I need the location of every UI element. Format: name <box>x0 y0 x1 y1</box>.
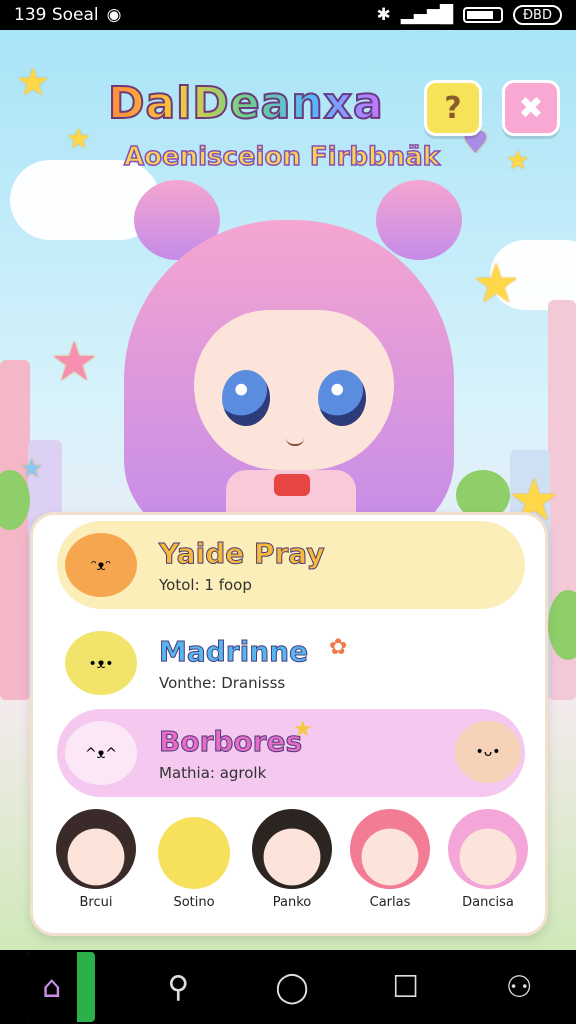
roster-item[interactable]: Brcui <box>49 809 143 929</box>
chat-icon: ◯ <box>275 969 309 1005</box>
list-item-detail: Yotol: 1 foop <box>159 575 252 594</box>
close-button[interactable]: ✖ <box>502 80 560 136</box>
help-button[interactable]: ? <box>424 80 482 136</box>
recent-apps-button[interactable]: ☐ <box>376 957 436 1017</box>
roster-label: Panko <box>272 895 312 910</box>
battery-label: ĐBD <box>512 5 562 25</box>
home-button[interactable]: ⌂ <box>26 952 95 1022</box>
battery-icon <box>462 7 503 23</box>
star-icon: ★ <box>293 717 313 742</box>
search-icon: ⚲ <box>167 969 190 1005</box>
signal-icon: ▂▄▆█ <box>400 5 453 25</box>
star-icon: ★ <box>66 122 92 155</box>
chat-button[interactable]: ◯ <box>262 957 322 1017</box>
building <box>0 360 30 700</box>
roster-label: Sotino <box>173 895 215 910</box>
list-item[interactable]: •ᴥ• Madrinne Vonthe: Dranisss ✿ <box>57 619 525 707</box>
star-icon: ★ <box>50 330 99 393</box>
recent-apps-icon: ☐ <box>392 969 420 1005</box>
list-item-name: Yaide Pray <box>159 536 326 570</box>
close-icon: ✖ <box>518 90 544 126</box>
profile-button[interactable]: ⚇ <box>489 957 549 1017</box>
status-bar: 139 Soeal ◉ ✱ ▂▄▆█ ĐBD <box>0 0 576 30</box>
girl-avatar-icon <box>252 809 332 889</box>
roster-label: Dancisa <box>462 895 514 910</box>
cat-avatar-icon: ᵔᴥᵔ <box>65 533 137 597</box>
list-item-detail: Vonthe: Dranisss <box>159 673 286 692</box>
girl-avatar-icon <box>56 809 136 889</box>
cat-avatar-icon <box>154 809 234 889</box>
star-icon: ★ <box>506 146 530 176</box>
mouth <box>286 438 304 446</box>
face <box>194 310 394 470</box>
hero-character <box>124 180 462 540</box>
list-item[interactable]: ᵔᴥᵔ Yaide Pray Yotol: 1 foop <box>57 521 525 609</box>
roster-item[interactable]: Dancisa <box>441 809 535 929</box>
help-icon: ? <box>444 90 462 126</box>
status-time: 139 Soeal <box>14 5 99 25</box>
bear-avatar-icon: •ᴗ• <box>455 721 521 783</box>
flower-icon: ✿ <box>329 635 348 660</box>
star-icon: ★ <box>472 252 521 315</box>
cat-avatar-icon: ^ᴥ^ <box>65 721 137 785</box>
roster-item[interactable]: Carlas <box>343 809 437 929</box>
game-title: DalDeanxa <box>107 77 384 130</box>
star-icon: ★ <box>16 60 51 104</box>
bluetooth-icon: ✱ <box>376 5 391 25</box>
search-button[interactable]: ⚲ <box>148 957 208 1017</box>
list-item-detail: Mathia: agrolk <box>159 763 267 782</box>
bow-icon <box>274 474 310 496</box>
roster-item[interactable]: Panko <box>245 809 339 929</box>
hair-bun <box>376 180 462 260</box>
home-icon: ⌂ <box>26 952 77 1022</box>
list-item-name: Madrinne <box>158 634 309 668</box>
game-scene: ★ ★ ★ ★ ★ ★ ★ ★ ♥ DalDeanxa Aoenisceion … <box>0 30 576 950</box>
roster-label: Brcui <box>79 895 113 910</box>
game-subtitle: Aoenisceion Firbbnäk <box>123 141 440 173</box>
girl-avatar-icon <box>448 809 528 889</box>
character-roster: Brcui Sotino Panko Carlas Dancisa <box>49 809 535 929</box>
list-item-name: Borbores <box>158 724 303 758</box>
list-item[interactable]: ^ᴥ^ Borbores Mathia: agrolk ★ •ᴗ• <box>57 709 525 797</box>
girl-avatar-icon <box>350 809 430 889</box>
cat-avatar-icon: •ᴥ• <box>65 631 137 695</box>
eye <box>318 370 366 426</box>
roster-item[interactable]: Sotino <box>147 809 241 929</box>
eye <box>222 370 270 426</box>
character-panel: ᵔᴥᵔ Yaide Pray Yotol: 1 foop •ᴥ• Madrinn… <box>30 512 548 936</box>
navigation-bar: ⌂ ⚲ ◯ ☐ ⚇ <box>0 950 576 1024</box>
roster-label: Carlas <box>369 895 411 910</box>
notification-icon: ◉ <box>106 5 122 25</box>
profile-icon: ⚇ <box>505 969 533 1005</box>
star-icon: ★ <box>20 454 44 484</box>
